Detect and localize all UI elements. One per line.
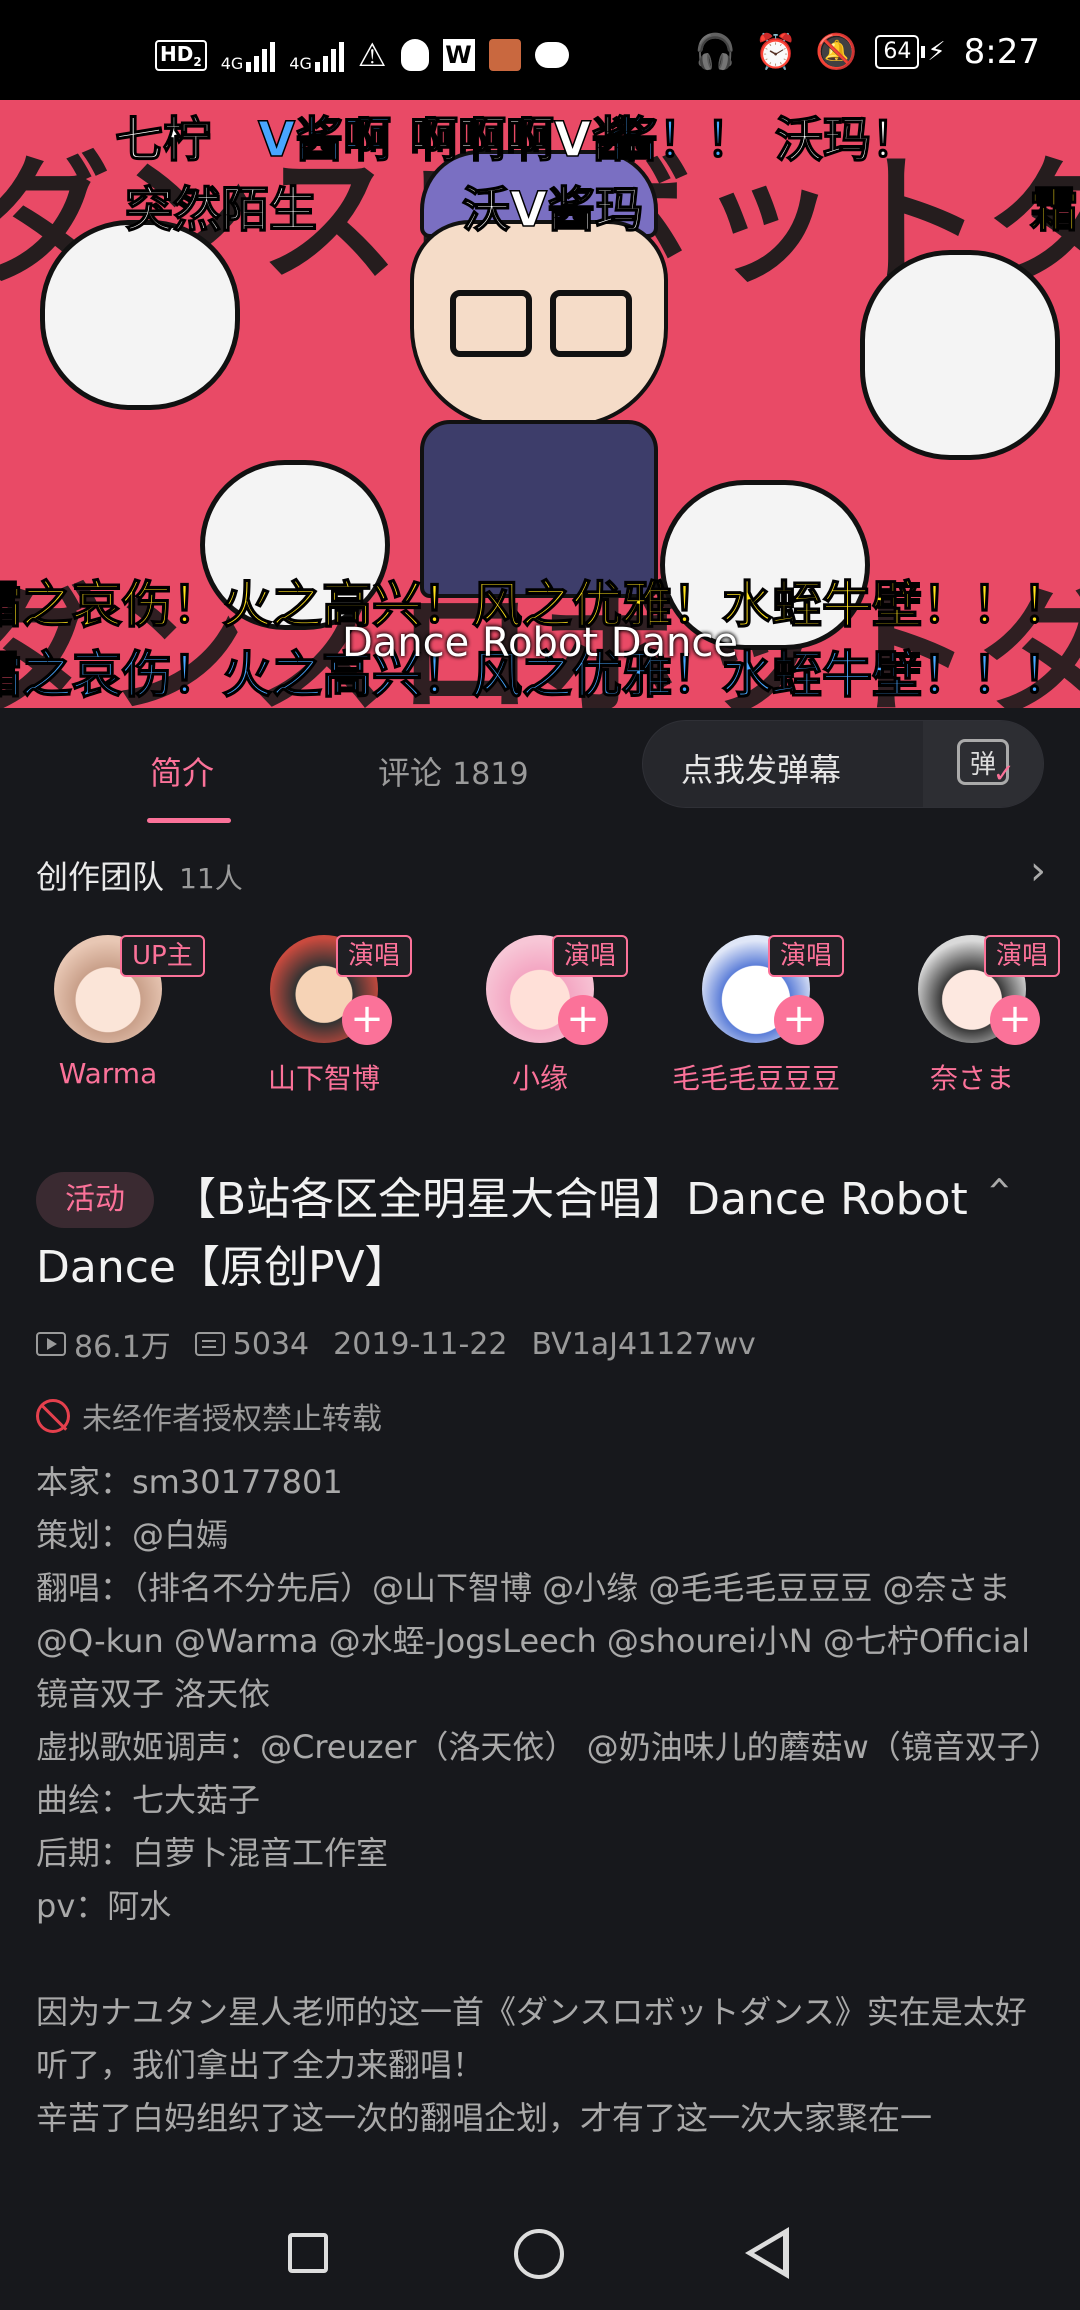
role-badge: 演唱 <box>552 935 629 977</box>
copyright-notice: 未经作者授权禁止转载 <box>36 1394 382 1438</box>
app-avatar-icon <box>488 39 521 71</box>
danmaku-item: 啊啊啊V酱 <box>409 111 640 169</box>
avatar[interactable]: UP主 <box>54 935 205 1043</box>
views-stat: 86.1万 <box>36 1322 171 1366</box>
activity-tag[interactable]: 活动 <box>36 1172 154 1228</box>
desc-paragraph: 因为ナユタン星人老师的这一首《ダンスロボットダンス》实在是太好听了，我们拿出了全… <box>36 1993 1027 2084</box>
danmaku-item: 沃V酱玛 <box>461 181 644 239</box>
chevron-right-icon[interactable]: › <box>1030 848 1046 894</box>
team-header[interactable]: 创作团队 11人 › <box>36 848 1046 898</box>
signal-4g-icon: 4G <box>289 38 344 72</box>
publish-date: 2019-11-22 <box>333 1326 508 1362</box>
tab-intro[interactable]: 简介 <box>150 748 214 794</box>
danmaku-stat: 5034 <box>194 1327 309 1362</box>
team-member[interactable]: 演唱 + 山下智博 <box>234 935 414 1097</box>
tab-comments[interactable]: 评论 1819 <box>378 748 529 794</box>
tab-bar: 简介 评论 1819 点我发弹幕 弹 ✓ <box>0 708 1080 828</box>
danmaku-item: 突然陌生 <box>124 181 318 239</box>
member-name: 毛毛毛豆豆豆 <box>671 1062 840 1095</box>
desc-line: 曲绘：七大菇子 <box>36 1781 261 1819</box>
home-button[interactable] <box>514 2229 564 2279</box>
follow-plus-icon[interactable]: + <box>558 995 608 1045</box>
desc-line: 本家：sm30177801 <box>36 1463 343 1501</box>
danmaku-input-button[interactable]: 点我发弹幕 弹 ✓ <box>642 720 1044 808</box>
video-player[interactable]: ダンスロボットダンス ダンスロボットダンス 七柠 V酱啊 啊啊啊V酱 酱！！ 沃… <box>0 100 1080 708</box>
system-nav-bar <box>0 2195 1080 2310</box>
desc-line: 策划：@白嫣 <box>36 1516 229 1554</box>
headset-icon: 🎧 <box>694 32 737 72</box>
team-member[interactable]: 演唱 + 毛毛毛豆豆豆 <box>666 935 846 1097</box>
avatar[interactable]: 演唱 + <box>702 935 845 1045</box>
role-badge: 演唱 <box>984 935 1061 977</box>
signal-4g-icon: 4G <box>221 38 276 72</box>
avatar[interactable]: 演唱 + <box>270 935 413 1045</box>
chat-icon <box>534 42 569 68</box>
back-button-inner <box>754 2236 783 2270</box>
copyright-text: 未经作者授权禁止转载 <box>82 1402 382 1437</box>
danmaku-item: 沃玛！ <box>774 111 920 169</box>
danmaku-item: 霜 <box>1029 181 1079 239</box>
chevron-up-icon[interactable]: › <box>975 1175 1021 1191</box>
desc-line: 虚拟歌姬调声：@Creuzer（洛天依） @奶油味儿的蘑菇w（镜音双子） <box>36 1728 1061 1766</box>
forbidden-icon <box>36 1399 70 1433</box>
desc-line: 翻唱：（排名不分先后）@山下智博 @小缘 @毛毛毛豆豆豆 @奈さま @Q-kun… <box>36 1569 1030 1713</box>
member-name: 奈さま <box>929 1062 1014 1095</box>
video-robot <box>40 220 240 410</box>
danmaku-count-icon <box>194 1332 225 1356</box>
desc-line: 后期：白萝卜混音工作室 <box>36 1834 389 1872</box>
video-title: 【B站各区全明星大合唱】Dance Robot Dance【原创PV】 <box>36 1174 968 1293</box>
member-name: 小缘 <box>511 1062 568 1095</box>
team-title: 创作团队 <box>36 858 165 896</box>
team-member[interactable]: 演唱 + 小缘 <box>450 935 630 1097</box>
avatar[interactable]: 演唱 + <box>486 935 629 1045</box>
alarm-icon: ⏰ <box>754 32 798 72</box>
status-left-icons: HD2 4G 4G ⚠ W <box>155 36 569 74</box>
bvid[interactable]: BV1aJ41127wv <box>532 1327 756 1362</box>
danmaku-input-label: 点我发弹幕 <box>681 751 842 789</box>
follow-plus-icon[interactable]: + <box>990 995 1040 1045</box>
follow-plus-icon[interactable]: + <box>774 995 824 1045</box>
team-member[interactable]: UP主 Warma <box>18 935 205 1090</box>
status-right-icons: 🎧 ⏰ 🔕 64 ⚡ 8:27 <box>694 32 1040 72</box>
desc-paragraph: 辛苦了白妈组织了这一次的翻唱企划，才有了这一次大家聚在一 <box>36 2099 933 2137</box>
member-name: 山下智博 <box>267 1062 380 1095</box>
video-meta: 86.1万 5034 2019-11-22 BV1aJ41127wv <box>36 1322 756 1366</box>
tab-comments-count: 1819 <box>452 757 529 792</box>
hd-icon: HD2 <box>155 39 207 71</box>
team-member[interactable]: 演唱 + 奈さま <box>882 935 1062 1097</box>
video-description: 本家：sm30177801 策划：@白嫣 翻唱：（排名不分先后）@山下智博 @小… <box>36 1456 1061 2145</box>
desc-line: pv：阿水 <box>36 1887 172 1925</box>
avatar[interactable]: 演唱 + <box>918 935 1061 1045</box>
follow-plus-icon[interactable]: + <box>342 995 392 1045</box>
role-badge: 演唱 <box>768 935 845 977</box>
battery-icon: 64 ⚡ <box>875 35 946 69</box>
danmaku-item: 酱！！ <box>609 111 755 169</box>
clock: 8:27 <box>963 32 1040 72</box>
wps-icon: W <box>442 39 475 71</box>
video-subtitle: Dance Robot Dance <box>342 620 738 666</box>
tab-underline <box>147 818 231 823</box>
warning-icon: ⚠ <box>357 36 387 74</box>
role-badge: 演唱 <box>336 935 413 977</box>
recent-apps-button[interactable] <box>288 2233 328 2273</box>
danmaku-toggle-button[interactable]: 弹 ✓ <box>923 721 1043 807</box>
status-bar: HD2 4G 4G ⚠ W 🎧 ⏰ 🔕 64 ⚡ 8:27 <box>0 0 1080 100</box>
qq-icon <box>400 39 429 71</box>
member-name: Warma <box>58 1057 158 1090</box>
role-badge: UP主 <box>120 935 205 977</box>
danmaku-item: V酱啊 <box>257 111 392 169</box>
mute-icon: 🔕 <box>815 32 858 72</box>
video-robot <box>860 250 1060 460</box>
team-count: 11人 <box>179 862 243 895</box>
tab-comments-label: 评论 <box>378 754 443 792</box>
play-count-icon <box>36 1332 66 1356</box>
check-icon: ✓ <box>993 759 1015 789</box>
danmaku-item: 七柠 <box>114 111 212 169</box>
